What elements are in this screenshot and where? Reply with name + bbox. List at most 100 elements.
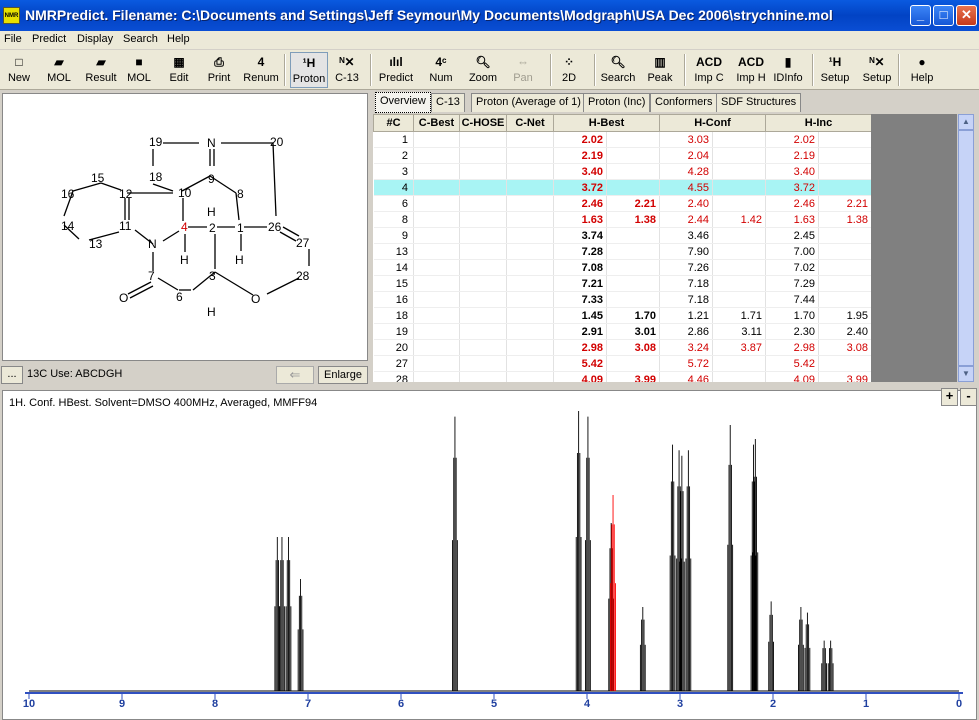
menu-help[interactable]: Help: [167, 33, 190, 45]
table-row[interactable]: 4 3.72 4.55 3.72: [373, 179, 873, 196]
close-button[interactable]: ✕: [956, 5, 977, 26]
table-row[interactable]: 28 4.09 3.99 4.46 4.09 3.99: [373, 371, 873, 382]
toolbar-button-peak-15[interactable]: ▥ Peak: [642, 52, 678, 88]
svg-text:8: 8: [237, 187, 244, 201]
molecule-structure-pane[interactable]: 19 N 20 18 9 15 10 8 16 12 H 14 11 4 2 1 26 27 13 N H…: [2, 93, 368, 361]
toolbar-button-imp-h-17[interactable]: ACD Imp H: [732, 52, 770, 88]
toolbar-button-pan-12[interactable]: ⇔ Pan: [508, 52, 538, 88]
table-row[interactable]: 15 7.21 7.18 7.29: [373, 275, 873, 292]
menu-search[interactable]: Search: [123, 33, 158, 45]
table-cell: [606, 275, 661, 292]
toolbar-button-imp-c-16[interactable]: ACD Imp C: [690, 52, 728, 88]
table-row[interactable]: 14 7.08 7.26 7.02: [373, 259, 873, 276]
svg-text:27: 27: [296, 236, 310, 250]
toolbar-separator: [284, 54, 286, 86]
toolbar-button-result-2[interactable]: ▰ Result: [82, 52, 120, 88]
zoom-out-button[interactable]: -: [960, 388, 977, 406]
toolbar-button-mol-1[interactable]: ▰ MOL: [42, 52, 76, 88]
table-row[interactable]: 27 5.42 5.72 5.42: [373, 355, 873, 372]
toolbar-separator: [898, 54, 900, 86]
column-header-c-net[interactable]: C-Net: [506, 114, 554, 132]
svg-text:11: 11: [119, 219, 132, 233]
table-cell: 3.08: [606, 339, 661, 356]
table-row[interactable]: 13 7.28 7.90 7.00: [373, 243, 873, 260]
toolbar-button-renum-6[interactable]: 4 Renum: [242, 52, 280, 88]
table-cell: 5.72: [659, 355, 714, 372]
menu-predict[interactable]: Predict: [32, 33, 66, 45]
table-row[interactable]: 20 2.98 3.08 3.24 3.87 2.98 3.08: [373, 339, 873, 356]
results-grid[interactable]: #C C-Best C-HOSE C-Net H-Best H-Conf H-I…: [373, 114, 957, 382]
toolbar-button-c-13-8[interactable]: ᴺ✕ C-13: [330, 52, 364, 88]
table-cell: 1.45: [553, 307, 607, 324]
table-row[interactable]: 18 1.45 1.70 1.21 1.71 1.70 1.95: [373, 307, 873, 324]
table-cell: 3.03: [659, 131, 714, 148]
table-row[interactable]: 19 2.91 3.01 2.86 3.11 2.30 2.40: [373, 323, 873, 340]
tab-sdf-structures[interactable]: SDF Structures: [716, 93, 802, 112]
table-row[interactable]: 16 7.33 7.18 7.44: [373, 291, 873, 308]
enlarge-button[interactable]: Enlarge: [318, 366, 368, 384]
zoom-in-button[interactable]: +: [941, 388, 958, 406]
tab-proton-average[interactable]: Proton (Average of 1): [471, 93, 586, 112]
column-header-h-best[interactable]: H-Best: [552, 114, 661, 132]
menu-file[interactable]: File: [4, 33, 22, 45]
toolbar-button-2d-13[interactable]: ⁘ 2D: [552, 52, 586, 88]
scroll-thumb[interactable]: [958, 130, 974, 366]
table-row[interactable]: 2 2.19 2.04 2.19: [373, 147, 873, 164]
tab-overview[interactable]: Overview: [375, 92, 431, 113]
toolbar-button-zoom-11[interactable]: 🔍︎ Zoom: [464, 52, 502, 88]
table-cell: 7.44: [765, 291, 820, 308]
table-row[interactable]: 1 2.02 3.03 2.02: [373, 131, 873, 148]
spectrum-peak: [452, 416, 458, 691]
spectrum-peak: [804, 612, 811, 691]
tab-conformers[interactable]: Conformers: [650, 93, 718, 112]
svg-text:14: 14: [61, 219, 75, 233]
grid-vertical-scrollbar[interactable]: ▲ ▼: [957, 114, 974, 382]
toolbar-button-proton-7[interactable]: ¹H Proton: [290, 52, 328, 88]
toolbar-button-new-0[interactable]: □ New: [2, 52, 36, 88]
toolbar-button-edit-4[interactable]: ▦ Edit: [162, 52, 196, 88]
open-result-icon: ▰: [96, 55, 106, 69]
toolbar-button-mol-3[interactable]: ■ MOL: [122, 52, 156, 88]
options-button[interactable]: ...: [1, 366, 23, 384]
column-header-h-inc[interactable]: H-Inc: [765, 114, 873, 132]
toolbar-button-num-10[interactable]: 4ᶜ Num: [424, 52, 458, 88]
table-row[interactable]: 3 3.40 4.28 3.40: [373, 163, 873, 180]
table-row[interactable]: 9 3.74 3.46 2.45: [373, 227, 873, 244]
menu-display[interactable]: Display: [77, 33, 113, 45]
toolbar-button-help-21[interactable]: ● Help: [904, 52, 940, 88]
toolbar-separator: [550, 54, 552, 86]
toolbar-button-predict-9[interactable]: ılıl Predict: [374, 52, 418, 88]
axis-tick-label: 1: [863, 698, 869, 710]
table-cell: [459, 339, 507, 356]
tab-c13[interactable]: C-13: [431, 93, 465, 112]
svg-text:10: 10: [178, 186, 192, 200]
table-cell: [459, 355, 507, 372]
tab-proton-inc[interactable]: Proton (Inc): [583, 93, 651, 112]
table-cell: [712, 163, 767, 180]
minimize-button[interactable]: _: [910, 5, 931, 26]
maximize-button[interactable]: □: [933, 5, 954, 26]
svg-text:26: 26: [268, 220, 282, 234]
back-arrow-button[interactable]: ⇐: [276, 366, 314, 384]
column-header-c-best[interactable]: C-Best: [413, 114, 460, 132]
column-header-carbon[interactable]: #C: [373, 114, 414, 132]
toolbar-button-print-5[interactable]: ⎙ Print: [202, 52, 236, 88]
toolbar-button-setup-19[interactable]: ¹H Setup: [816, 52, 854, 88]
table-cell: 4.55: [659, 179, 714, 196]
scroll-down-arrow-icon[interactable]: ▼: [958, 366, 974, 382]
axis-tick-label: 3: [677, 698, 683, 710]
toolbar-button-idinfo-18[interactable]: ▮ IDInfo: [770, 52, 806, 88]
table-cell: [459, 131, 507, 148]
table-row[interactable]: 8 1.63 1.38 2.44 1.42 1.63 1.38: [373, 211, 873, 228]
column-header-c-hose[interactable]: C-HOSE: [459, 114, 507, 132]
table-cell: [413, 243, 460, 260]
toolbar-button-search-14[interactable]: 🔍︎ Search: [598, 52, 638, 88]
svg-text:3: 3: [209, 269, 216, 283]
toolbar-button-setup-20[interactable]: ᴺ✕ Setup: [858, 52, 896, 88]
save-disk-icon: ■: [135, 55, 143, 69]
spectrum-pane[interactable]: 10 9 8 7 6 5 4 3 2 1 0 1H. Conf. HBest. Solvent=DM…: [2, 390, 977, 720]
table-row[interactable]: 6 2.46 2.21 2.40 2.46 2.21: [373, 195, 873, 212]
scroll-up-arrow-icon[interactable]: ▲: [958, 114, 974, 130]
table-cell: [818, 259, 873, 276]
column-header-h-conf[interactable]: H-Conf: [659, 114, 767, 132]
